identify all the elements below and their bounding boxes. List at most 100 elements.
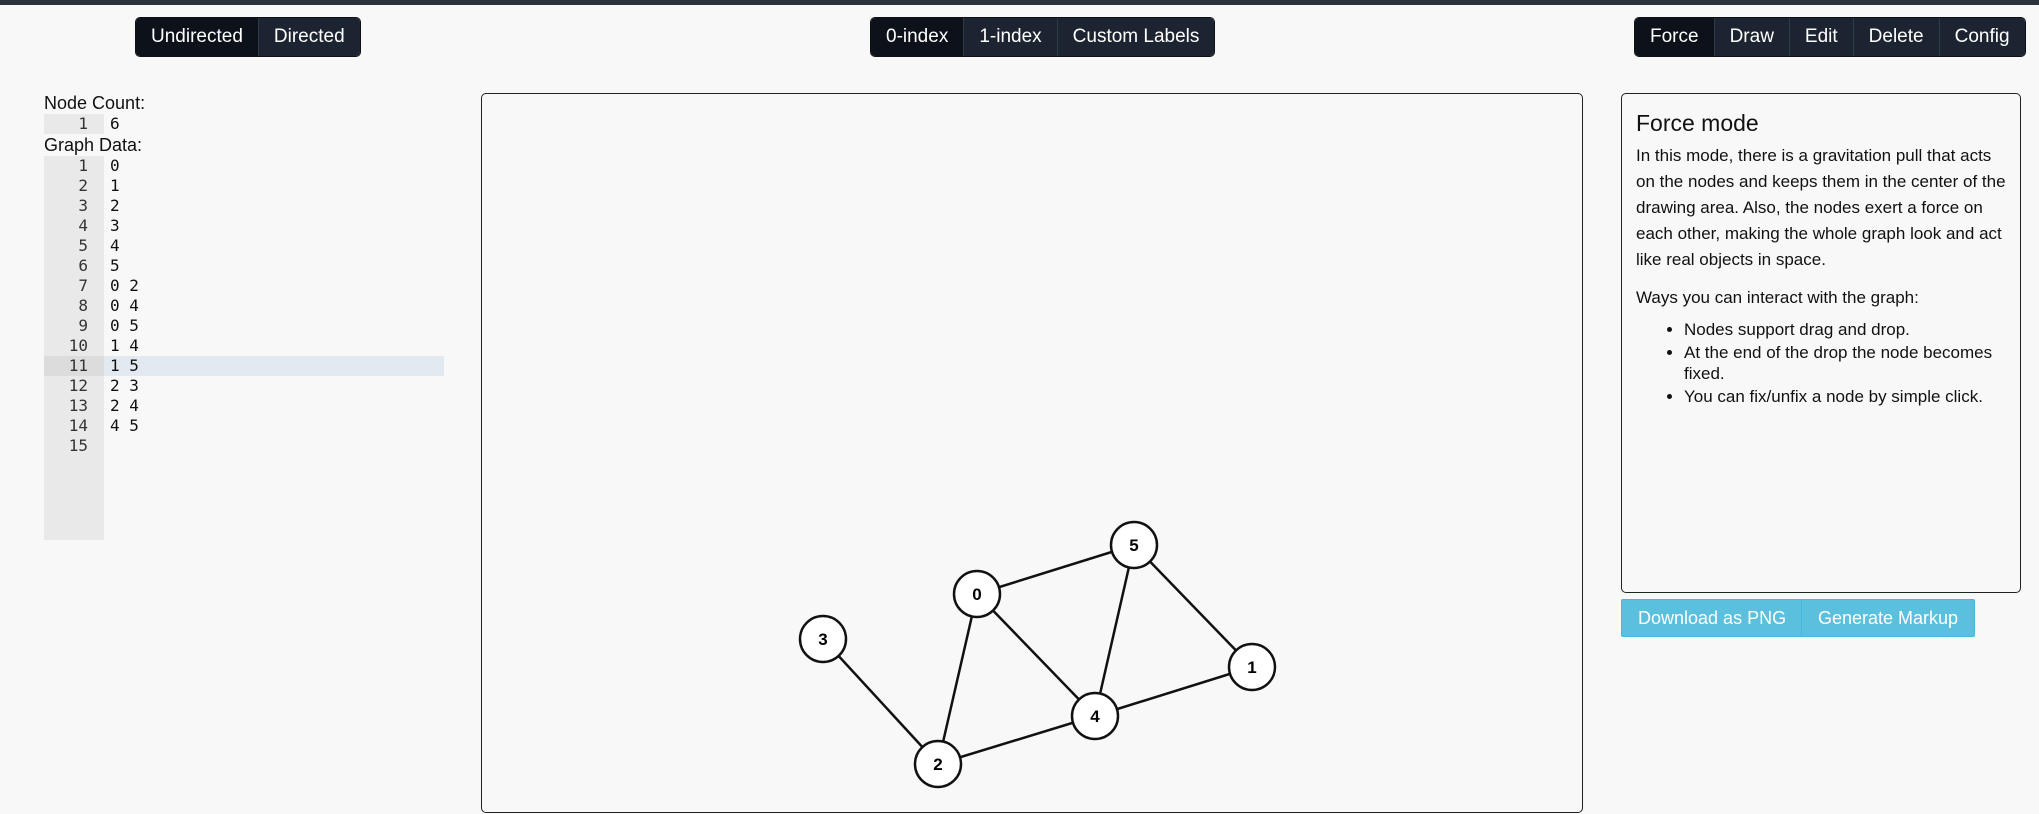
- graph-node-label: 3: [818, 630, 827, 649]
- editor-filler: [44, 456, 444, 540]
- download-png-button[interactable]: Download as PNG: [1621, 599, 1804, 637]
- line-text[interactable]: 0 5: [104, 316, 444, 336]
- graph-node-4[interactable]: 4: [1070, 691, 1120, 741]
- undirected-button[interactable]: Undirected: [136, 18, 259, 56]
- line-number: 5: [44, 236, 104, 256]
- graph-node-label: 2: [933, 755, 942, 774]
- graph-edge-0-2: [936, 593, 979, 765]
- custom-labels-button[interactable]: Custom Labels: [1057, 18, 1215, 56]
- editor-line: 65: [44, 256, 444, 276]
- editor-line: 1 6: [44, 114, 444, 134]
- graph-node-label: 5: [1129, 536, 1138, 555]
- line-number: 3: [44, 196, 104, 216]
- line-text[interactable]: 3: [104, 216, 444, 236]
- info-bullet: You can fix/unfix a node by simple click…: [1684, 386, 2006, 407]
- code-filler: [104, 456, 444, 540]
- line-number: 7: [44, 276, 104, 296]
- top-bar: [0, 0, 2039, 5]
- info-panel: Force mode In this mode, there is a grav…: [1621, 93, 2021, 593]
- line-text[interactable]: 1 5: [104, 356, 444, 376]
- graph-edge-0-4: [976, 593, 1096, 717]
- line-number: 6: [44, 256, 104, 276]
- graph-node-2[interactable]: 2: [913, 739, 963, 789]
- graph-edge-1-4: [1094, 665, 1253, 718]
- mode-toggle: Force Draw Edit Delete Config: [1635, 18, 2025, 56]
- editor-line: 70 2: [44, 276, 444, 296]
- editor-line: 32: [44, 196, 444, 216]
- line-text[interactable]: [104, 436, 444, 456]
- graph-node-1[interactable]: 1: [1227, 642, 1277, 692]
- node-count-label: Node Count:: [44, 93, 146, 113]
- info-bullets: Nodes support drag and drop. At the end …: [1636, 319, 2006, 407]
- line-text[interactable]: 2 3: [104, 376, 444, 396]
- graph-canvas[interactable]: 0 1 2 3 4 5: [481, 93, 1583, 813]
- info-paragraph: In this mode, there is a gravitation pul…: [1636, 146, 2006, 269]
- line-number: 14: [44, 416, 104, 436]
- editor-line: 10: [44, 156, 444, 176]
- line-number: 15: [44, 436, 104, 456]
- line-number: 1: [44, 156, 104, 176]
- line-number: 12: [44, 376, 104, 396]
- line-text[interactable]: 5: [104, 256, 444, 276]
- info-ways-heading: Ways you can interact with the graph:: [1636, 288, 1919, 307]
- graph-edge-4-5: [1093, 544, 1136, 717]
- graph-edge-2-4: [937, 714, 1096, 766]
- draw-mode-button[interactable]: Draw: [1714, 18, 1790, 56]
- editor-line: 90 5: [44, 316, 444, 336]
- line-number: 8: [44, 296, 104, 316]
- graph-node-5[interactable]: 5: [1109, 520, 1159, 570]
- zero-index-button[interactable]: 0-index: [871, 18, 965, 56]
- line-number: 13: [44, 396, 104, 416]
- editor-line: 21: [44, 176, 444, 196]
- direction-toggle: Undirected Directed: [136, 18, 360, 56]
- line-text[interactable]: 1 4: [104, 336, 444, 356]
- line-number: 2: [44, 176, 104, 196]
- line-text[interactable]: 2 4: [104, 396, 444, 416]
- line-number: 9: [44, 316, 104, 336]
- editor-line: 80 4: [44, 296, 444, 316]
- graph-edge-1-5: [1133, 544, 1253, 668]
- editor-line: 14 4 5: [44, 416, 444, 436]
- one-index-button[interactable]: 1-index: [964, 18, 1058, 56]
- graph-data-label: Graph Data:: [44, 135, 143, 155]
- graph-node-label: 4: [1090, 707, 1100, 726]
- line-text[interactable]: 0 2: [104, 276, 444, 296]
- graph-node-label: 0: [972, 585, 981, 604]
- line-text[interactable]: 2: [104, 196, 444, 216]
- line-text[interactable]: 1: [104, 176, 444, 196]
- index-toggle: 0-index 1-index Custom Labels: [871, 18, 1215, 56]
- delete-mode-button[interactable]: Delete: [1853, 18, 1940, 56]
- editor-line: 15: [44, 436, 444, 456]
- editor-line: 54: [44, 236, 444, 256]
- line-number: 1: [44, 114, 104, 134]
- node-count-editor[interactable]: 1 6: [44, 114, 444, 134]
- line-text[interactable]: 0: [104, 156, 444, 176]
- graph-node-3[interactable]: 3: [798, 614, 848, 664]
- line-number: 10: [44, 336, 104, 356]
- line-number: 11: [44, 356, 104, 376]
- directed-button[interactable]: Directed: [258, 18, 360, 56]
- gutter-filler: [44, 456, 104, 540]
- graph-data-editor[interactable]: 10213243546570 280 490 5 10 1 4 11 1 5 12 2 31…: [44, 156, 444, 540]
- graph-node-label: 1: [1247, 658, 1256, 677]
- line-text[interactable]: 6: [104, 114, 444, 134]
- line-text[interactable]: 4 5: [104, 416, 444, 436]
- info-bullet: At the end of the drop the node becomes …: [1684, 342, 2006, 384]
- line-number: 4: [44, 216, 104, 236]
- graph-svg[interactable]: 0 1 2 3 4 5: [482, 94, 1584, 814]
- editor-line: 13 2 4: [44, 396, 444, 416]
- graph-edge-0-5: [976, 543, 1135, 596]
- editor-line: 11 1 5: [44, 356, 444, 376]
- generate-markup-button[interactable]: Generate Markup: [1801, 599, 1976, 637]
- edit-mode-button[interactable]: Edit: [1789, 18, 1854, 56]
- editor-line: 12 2 3: [44, 376, 444, 396]
- input-panel: Node Count: 1 6 Graph Data: 102132435465…: [44, 92, 444, 540]
- force-mode-button[interactable]: Force: [1635, 18, 1715, 56]
- graph-node-0[interactable]: 0: [952, 569, 1002, 619]
- config-mode-button[interactable]: Config: [1939, 18, 2025, 56]
- info-title: Force mode: [1636, 110, 1759, 136]
- info-bullet: Nodes support drag and drop.: [1684, 319, 2006, 340]
- line-text[interactable]: 4: [104, 236, 444, 256]
- line-text[interactable]: 0 4: [104, 296, 444, 316]
- editor-line: 43: [44, 216, 444, 236]
